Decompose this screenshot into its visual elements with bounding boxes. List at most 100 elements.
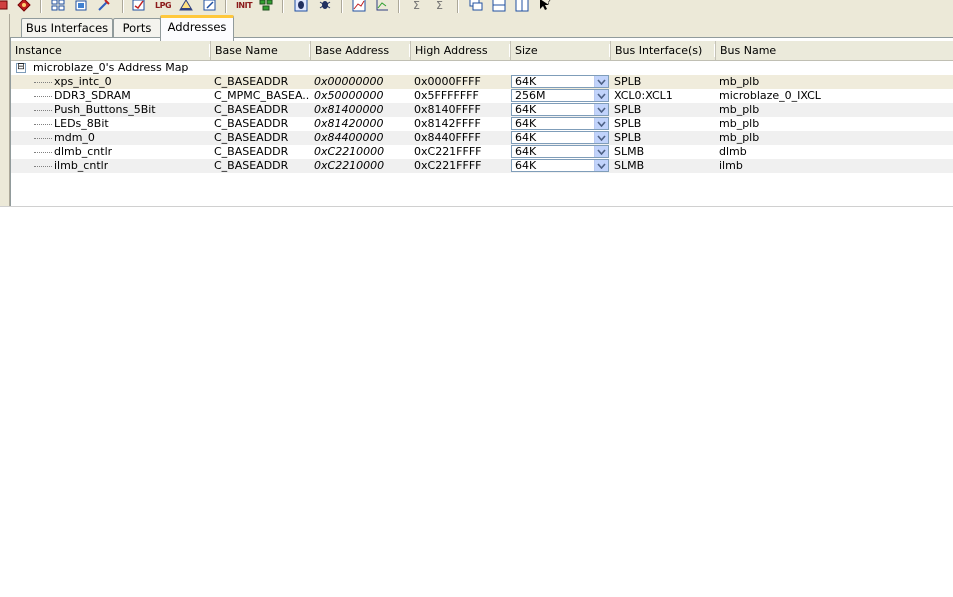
tree-connector — [34, 152, 52, 153]
size-dropdown[interactable]: 64K — [511, 103, 609, 116]
size-dropdown[interactable]: 64K — [511, 131, 609, 144]
size-value: 64K — [515, 145, 537, 158]
bus-name-cell: mb_plb — [719, 75, 760, 88]
tab-bus-interfaces[interactable]: Bus Interfaces — [21, 18, 113, 38]
tree-connector — [34, 138, 52, 139]
brush-icon[interactable] — [96, 0, 112, 13]
tab-addresses[interactable]: Addresses — [160, 15, 234, 41]
column-header-instance[interactable]: Instance — [11, 41, 211, 60]
tab-label: Addresses — [167, 20, 227, 34]
chart-icon[interactable] — [351, 0, 367, 13]
bus-interface-cell: SPLB — [614, 103, 642, 116]
base-address-cell[interactable]: 0x84400000 — [314, 131, 384, 145]
bug-icon[interactable] — [293, 0, 309, 13]
base-address-cell[interactable]: 0x81400000 — [314, 103, 384, 117]
size-dropdown[interactable]: 64K — [511, 117, 609, 130]
chevron-down-icon[interactable] — [594, 146, 608, 157]
window-icon[interactable] — [468, 0, 484, 13]
bus-icon[interactable] — [50, 0, 66, 13]
table-header: Instance Base Name Base Address High Add… — [11, 41, 953, 61]
chip-icon[interactable] — [0, 0, 10, 13]
base-name-cell: C_BASEADDR — [214, 103, 289, 116]
high-address-cell: 0xC221FFFF — [414, 159, 482, 172]
column-header-high-address[interactable]: High Address — [411, 41, 511, 60]
tile-icon[interactable] — [514, 0, 530, 13]
network-icon[interactable] — [258, 0, 274, 13]
size-value: 256M — [515, 89, 546, 102]
instance-cell: LEDs_8Bit — [54, 117, 109, 130]
instance-cell: mdm_0 — [54, 131, 95, 144]
instance-cell: ilmb_cntlr — [54, 159, 109, 172]
chevron-down-icon[interactable] — [594, 90, 608, 101]
bus-interface-cell: SLMB — [614, 145, 645, 158]
seal-icon[interactable] — [16, 0, 32, 13]
column-header-bus-name[interactable]: Bus Name — [716, 41, 953, 60]
tab-label: Bus Interfaces — [25, 21, 109, 35]
chevron-down-icon[interactable] — [594, 104, 608, 115]
base-address-cell[interactable]: 0x81420000 — [314, 117, 384, 131]
init-text-icon[interactable]: INIT — [234, 0, 254, 13]
base-address-cell[interactable]: 0x00000000 — [314, 75, 384, 89]
svg-text:Σ: Σ — [436, 0, 443, 12]
lpg-label: LPG — [154, 0, 172, 10]
address-map-label: microblaze_0's Address Map — [33, 61, 189, 74]
chevron-down-icon[interactable] — [594, 76, 608, 87]
size-dropdown[interactable]: 64K — [511, 75, 609, 88]
bus-interface-cell: SPLB — [614, 75, 642, 88]
lpg-text-icon[interactable]: LPG — [153, 0, 173, 13]
debug-icon[interactable] — [317, 0, 333, 13]
size-value: 64K — [515, 103, 537, 116]
tree-connector — [34, 82, 52, 83]
base-name-cell: C_BASEADDR — [214, 131, 289, 144]
table-row[interactable]: xps_intc_0 C_BASEADDR 0x00000000 0x0000FFFF… — [11, 75, 953, 89]
instance-cell: Push_Buttons_5Bit — [54, 103, 156, 116]
table-row[interactable]: dlmb_cntlr C_BASEADDR 0xC2210000 0xC221FFFF… — [11, 145, 953, 159]
table-row[interactable]: mdm_0 C_BASEADDR 0x84400000 0x8440FFFF 64K SP… — [11, 131, 953, 145]
sigma2-icon[interactable]: Σ — [433, 0, 449, 13]
init-label: INIT — [235, 0, 253, 10]
high-address-cell: 0xC221FFFF — [414, 145, 482, 158]
base-address-cell[interactable]: 0x50000000 — [314, 89, 384, 103]
table-row[interactable]: LEDs_8Bit C_BASEADDR 0x81420000 0x8142FFFF 6… — [11, 117, 953, 131]
size-value: 64K — [515, 75, 537, 88]
column-header-bus-interface[interactable]: Bus Interface(s) — [611, 41, 716, 60]
size-dropdown[interactable]: 64K — [511, 159, 609, 172]
sigma-icon[interactable]: Σ — [410, 0, 426, 13]
bus-interface-cell: SPLB — [614, 117, 642, 130]
tab-ports[interactable]: Ports — [113, 18, 161, 38]
high-address-cell: 0x8142FFFF — [414, 117, 481, 130]
collapse-icon[interactable]: ⊟ — [16, 63, 26, 73]
high-address-cell: 0x0000FFFF — [414, 75, 481, 88]
chevron-down-icon[interactable] — [594, 118, 608, 129]
size-dropdown[interactable]: 64K — [511, 145, 609, 158]
tree-connector — [34, 124, 52, 125]
tree-connector — [34, 110, 52, 111]
graph-icon[interactable] — [374, 0, 390, 13]
sim-icon[interactable] — [202, 0, 218, 13]
table-row[interactable]: Push_Buttons_5Bit C_BASEADDR 0x81400000 0x8… — [11, 103, 953, 117]
high-address-cell: 0x8140FFFF — [414, 103, 481, 116]
column-header-base-address[interactable]: Base Address — [311, 41, 411, 60]
help-pointer-icon[interactable]: ? — [537, 0, 553, 13]
column-header-base-name[interactable]: Base Name — [211, 41, 311, 60]
instance-cell: dlmb_cntlr — [54, 145, 113, 158]
generate-icon[interactable] — [74, 0, 90, 13]
column-header-size[interactable]: Size — [511, 41, 611, 60]
build-icon[interactable] — [131, 0, 147, 13]
base-address-cell[interactable]: 0xC2210000 — [314, 159, 384, 173]
size-dropdown[interactable]: 256M — [511, 89, 609, 102]
chevron-down-icon[interactable] — [594, 160, 608, 171]
base-name-cell: C_BASEADDR — [214, 145, 289, 158]
base-address-cell[interactable]: 0xC2210000 — [314, 145, 384, 159]
chevron-down-icon[interactable] — [594, 132, 608, 143]
netlist-icon[interactable] — [178, 0, 194, 13]
table-row[interactable]: DDR3_SDRAM C_MPMC_BASEA... 0x50000000 0x5FF… — [11, 89, 953, 103]
bus-name-cell: ilmb — [719, 159, 743, 172]
toolbar: LPG INIT Σ Σ ? — [0, 0, 953, 14]
bus-name-cell: mb_plb — [719, 103, 760, 116]
high-address-cell: 0x8440FFFF — [414, 131, 481, 144]
tree-connector — [34, 166, 52, 167]
size-value: 64K — [515, 131, 537, 144]
table-row[interactable]: ilmb_cntlr C_BASEADDR 0xC2210000 0xC221FFFF… — [11, 159, 953, 173]
split-icon[interactable] — [491, 0, 507, 13]
